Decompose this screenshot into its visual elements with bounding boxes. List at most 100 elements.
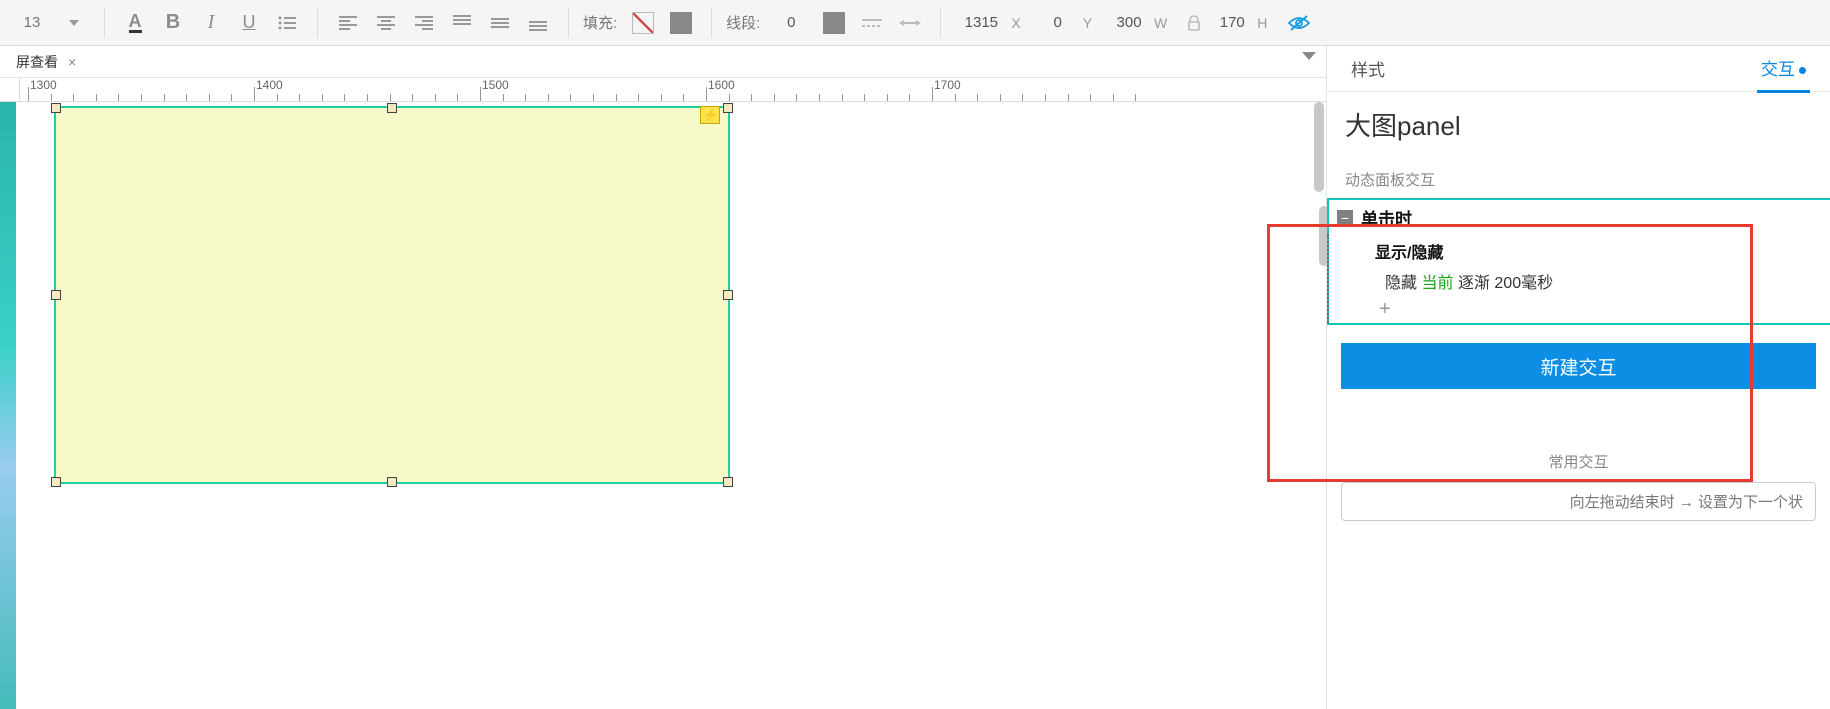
interaction-event-block[interactable]: − 单击时 显示/隐藏 隐藏 当前 逐渐 200毫秒 + [1327,198,1830,325]
pos-y-value[interactable]: 0 [1037,12,1079,33]
fill-none-swatch[interactable] [627,7,659,39]
ruler-tick-minor [683,94,684,101]
ruler-tick-minor [412,94,413,101]
document-tabs: 屏查看 × [0,46,1326,78]
resize-handle-n[interactable] [387,103,397,113]
ruler-tick-minor [435,94,436,101]
bold-icon[interactable]: B [157,7,189,39]
collapse-icon[interactable]: − [1337,210,1353,226]
ruler-tick-minor [457,94,458,101]
canvas-panel: 屏查看 × 13001400150016001700 ⚡ [0,46,1326,709]
ruler-tick-minor [864,94,865,101]
size-w-suffix: W [1154,15,1167,31]
ruler-label: 1400 [256,78,283,92]
stroke-width-value[interactable]: 0 [770,12,812,33]
ruler-tick-minor [367,94,368,101]
valign-middle-icon[interactable] [484,7,516,39]
ruler-tick-major [480,87,481,101]
resize-handle-w[interactable] [51,290,61,300]
action-name[interactable]: 显示/隐藏 [1327,235,1830,265]
common-interaction-item[interactable]: 向左拖动结束时 → 设置为下一个状 [1341,482,1816,521]
ruler-tick-minor [593,94,594,101]
resize-handle-e[interactable] [723,290,733,300]
lock-aspect-icon[interactable] [1183,7,1205,39]
tabs-dropdown-icon[interactable] [1302,52,1316,60]
horizontal-ruler: 13001400150016001700 [0,78,1326,102]
vertical-scrollbar-thumb[interactable] [1314,102,1324,192]
tab-interactions[interactable]: 交互 [1757,45,1810,93]
ruler-tick-minor [1113,94,1114,101]
tab-style[interactable]: 样式 [1347,46,1389,91]
detail-current: 当前 [1421,275,1453,292]
resize-handle-se[interactable] [723,477,733,487]
resize-handle-sw[interactable] [51,477,61,487]
detail-duration: 200毫秒 [1494,275,1553,292]
fill-label: 填充: [583,12,617,33]
add-action-icon[interactable]: + [1327,299,1830,323]
interaction-event-header[interactable]: − 单击时 [1327,200,1830,235]
ruler-tick-minor [977,94,978,101]
ruler-tick-minor [661,94,662,101]
fill-color-swatch[interactable] [665,7,697,39]
font-size-caret-icon[interactable] [58,7,90,39]
visibility-toggle-icon[interactable] [1283,7,1315,39]
ruler-tick-minor [525,94,526,101]
background-image-strip [0,102,16,709]
ruler-tick-minor [955,94,956,101]
align-left-icon[interactable] [332,7,364,39]
new-interaction-button[interactable]: 新建交互 [1341,343,1816,389]
ruler-origin [0,78,20,102]
ruler-tick-minor [1090,94,1091,101]
italic-icon[interactable]: I [195,7,227,39]
resize-handle-ne[interactable] [723,103,733,113]
selected-shape[interactable]: ⚡ [54,106,730,484]
ruler-tick-major [28,87,29,101]
font-size-value[interactable]: 13 [12,9,52,37]
ruler-tick-minor [118,94,119,101]
arrow-style-icon[interactable] [894,7,926,39]
interaction-indicator-icon[interactable]: ⚡ [700,106,720,124]
ruler-tick-minor [729,94,730,101]
ruler-tick-major [706,87,707,101]
ruler-tick-minor [909,94,910,101]
resize-handle-nw[interactable] [51,103,61,113]
align-center-icon[interactable] [370,7,402,39]
ruler-tick-minor [887,94,888,101]
ruler-tick-minor [616,94,617,101]
bullet-list-icon[interactable] [271,7,303,39]
action-detail[interactable]: 隐藏 当前 逐渐 200毫秒 [1327,265,1830,299]
line-style-icon[interactable] [856,7,888,39]
document-tab[interactable]: 屏查看 × [6,46,86,77]
canvas[interactable]: ⚡ [0,102,1326,709]
tab-interactions-label: 交互 [1761,60,1795,79]
inspector-tabs: 样式 交互 [1327,46,1830,92]
close-tab-icon[interactable]: × [68,54,76,70]
tab-interactions-dot-icon [1799,67,1806,74]
size-h-value[interactable]: 170 [1211,12,1253,33]
ruler-tick-minor [344,94,345,101]
stroke-color-swatch[interactable] [818,7,850,39]
size-w-value[interactable]: 300 [1108,12,1150,33]
ruler-tick-minor [209,94,210,101]
resize-handle-s[interactable] [387,477,397,487]
pos-x-value[interactable]: 1315 [955,12,1007,33]
ruler-tick-minor [638,94,639,101]
pos-y-suffix: Y [1083,15,1092,31]
underline-icon[interactable]: U [233,7,265,39]
ruler-tick-minor [503,94,504,101]
ruler-tick-minor [819,94,820,101]
ruler-label: 1500 [482,78,509,92]
size-h-suffix: H [1257,15,1267,31]
pos-x-suffix: X [1011,15,1020,31]
main-area: 屏查看 × 13001400150016001700 ⚡ [0,46,1830,709]
valign-bottom-icon[interactable] [522,7,554,39]
ruler-tick-minor [1068,94,1069,101]
align-right-icon[interactable] [408,7,440,39]
ruler-tick-minor [322,94,323,101]
font-color-icon[interactable]: A [119,7,151,39]
inspector-panel: 样式 交互 大图panel 动态面板交互 − 单击时 显示/隐藏 隐藏 当前 逐… [1326,46,1830,709]
valign-top-icon[interactable] [446,7,478,39]
ruler-tick-minor [751,94,752,101]
ruler-tick-minor [1045,94,1046,101]
ruler-tick-minor [570,94,571,101]
